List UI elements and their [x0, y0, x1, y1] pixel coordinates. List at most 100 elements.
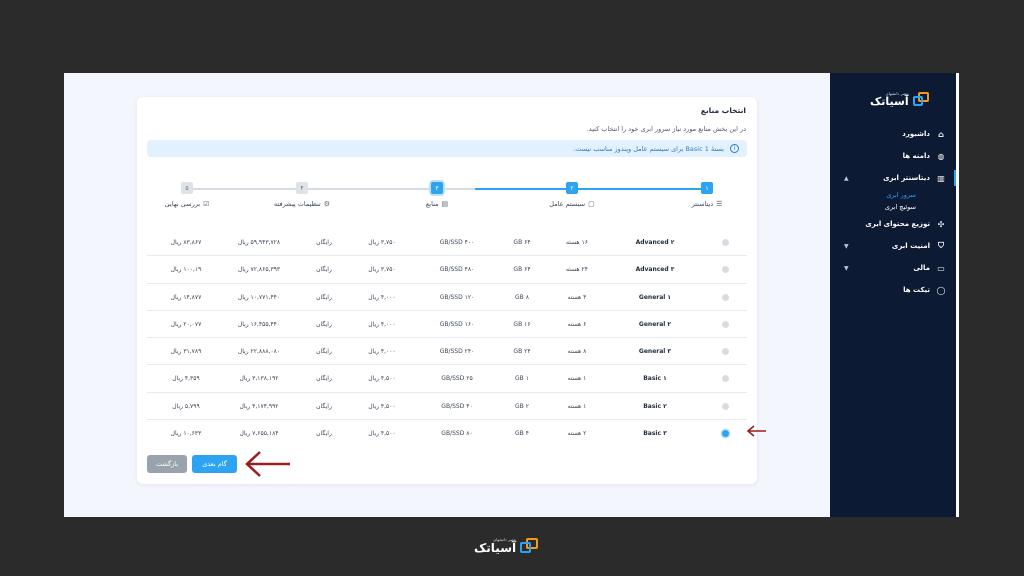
monthly-price: ۵۹,۹۴۳,۷۲۸ ریال — [237, 239, 281, 246]
radio-cell — [721, 393, 729, 420]
step-number: ۱ — [701, 182, 713, 194]
ip-price: رایگان — [316, 239, 332, 246]
plan-name: Advanced ۳ — [635, 266, 675, 274]
table-row[interactable]: Basic ۱ ۱ هسته ۱ GB ۲۵ GB/SSD ۴,۵۰۰ ریال رایگ… — [147, 365, 747, 393]
sidebar-item-dashboard[interactable]: ⌂ داشبورد — [830, 123, 956, 145]
step-label: سیستم عامل — [549, 200, 586, 208]
info-icon: i — [730, 144, 739, 153]
radio-cell — [721, 284, 729, 311]
shield-icon: ⛉ — [938, 241, 944, 250]
table-row[interactable]: Advanced ۳ ۲۴ هسته ۶۴ GB ۴۸۰ GB/SSD ۳,۷۵۰ ری… — [147, 256, 747, 284]
radio-cell — [721, 256, 729, 283]
sidebar-item-domains[interactable]: ◍ دامنه ها — [830, 145, 956, 167]
gear-icon: ⚙ — [323, 200, 330, 208]
plan-radio[interactable] — [722, 320, 729, 328]
sidebar-nav: ⌂ داشبورد ◍ دامنه ها ▥ دیتاسنتر ابری ▲ س… — [830, 123, 956, 301]
step-advanced-settings[interactable]: ۴ ⚙ تنظیمات پیشرفته — [257, 179, 347, 208]
step-final-review[interactable]: ۵ ☑ بررسی نهایی — [142, 179, 232, 208]
disk-size: ۱۲۰ GB/SSD — [439, 293, 475, 301]
file-icon: ▤ — [441, 200, 449, 208]
sidebar-item-label: مالی — [913, 264, 930, 272]
ram-size: ۲ GB — [515, 402, 529, 410]
home-icon: ⌂ — [938, 129, 944, 139]
ip-price: رایگان — [316, 375, 332, 383]
plan-radio[interactable] — [722, 293, 729, 301]
sidebar-edge — [956, 73, 959, 517]
bandwidth-price: ۴,۵۰۰ ریال — [368, 402, 396, 410]
sidebar-subitem-cloud-switch[interactable]: سوئیچ ابری — [830, 201, 916, 213]
monthly-price: ۷۲,۸۶۵,۳۹۳ ریال — [237, 266, 281, 274]
ram-size: ۸ GB — [515, 293, 529, 301]
chevron-down-icon: ▼ — [844, 264, 849, 272]
plan-radio[interactable] — [722, 430, 729, 438]
chevron-up-icon: ▲ — [844, 174, 849, 182]
bandwidth-price: ۴,۰۰۰ ریال — [368, 348, 396, 356]
ram-size: ۶۴ GB — [513, 239, 531, 246]
hourly-price: ۸۳,۸۶۷ ریال — [170, 239, 202, 246]
footer-logo: عصر دانشهای آسیاتک — [474, 537, 539, 554]
sidebar-item-label: دامنه ها — [902, 152, 930, 160]
bandwidth-price: ۴,۵۰۰ ریال — [368, 430, 396, 438]
sidebar-item-cloud-datacenter[interactable]: ▥ دیتاسنتر ابری ▲ — [830, 167, 956, 189]
step-resources[interactable]: ۳ ▤ منابع — [392, 179, 482, 208]
sidebar-item-tickets[interactable]: ◯ تیکت ها — [830, 279, 956, 301]
cpu-cores: ۶ هسته — [567, 320, 587, 328]
page-title: انتخاب منابع — [700, 106, 746, 115]
plan-radio[interactable] — [722, 375, 729, 383]
table-row[interactable]: General ۱ ۴ هسته ۸ GB ۱۲۰ GB/SSD ۴,۰۰۰ ریال ر… — [147, 284, 747, 311]
resource-selection-card: انتخاب منابع در این بخش منابع مورد نیاز … — [137, 97, 757, 484]
brand-logo[interactable]: عصر دانشهای آسیاتک — [870, 91, 929, 107]
table-row[interactable]: General ۳ ۸ هسته ۲۴ GB ۲۴۰ GB/SSD ۴,۰۰۰ ریال… — [147, 338, 747, 366]
sidebar-item-security[interactable]: ⛉ امنیت ابری ▼ — [830, 235, 956, 257]
step-number: ۳ — [431, 182, 443, 194]
brand-logo-icon — [520, 538, 539, 553]
table-row[interactable]: Basic ۲ ۱ هسته ۲ GB ۴۰ GB/SSD ۴,۵۰۰ ریال رایگ… — [147, 393, 747, 421]
sidebar-item-label: توزیع محتوای ابری — [865, 220, 930, 228]
next-step-button[interactable]: گام بعدی — [192, 455, 237, 473]
sidebar-subitem-cloud-server[interactable]: سرور ابری — [830, 189, 916, 201]
bandwidth-price: ۴,۰۰۰ ریال — [368, 293, 396, 301]
ip-price: رایگان — [316, 266, 332, 274]
table-row[interactable]: Advanced ۲ ۱۶ هسته ۶۴ GB ۴۰۰ GB/SSD ۳,۷۵۰ ری… — [147, 229, 747, 257]
hourly-price: ۲۰,۰۷۷ ریال — [170, 320, 202, 328]
plan-name: Basic ۲ — [643, 402, 667, 410]
sidebar-item-finance[interactable]: ▭ مالی ▼ — [830, 257, 956, 279]
sidebar-item-label: امنیت ابری — [891, 242, 930, 250]
back-button[interactable]: بازگشت — [147, 455, 187, 473]
step-number: ۴ — [296, 182, 308, 194]
table-row[interactable]: General ۲ ۶ هسته ۱۶ GB ۱۶۰ GB/SSD ۴,۰۰۰ ریال… — [147, 311, 747, 339]
disk-size: ۴۰ GB/SSD — [441, 402, 473, 410]
hourly-price: ۴,۳۵۹ ریال — [172, 375, 200, 383]
hourly-price: ۱۰,۶۳۳ ریال — [170, 430, 202, 438]
ram-size: ۴ GB — [515, 430, 529, 438]
monthly-price: ۳,۱۳۸,۱۹۲ ریال — [239, 375, 279, 383]
ram-size: ۶۴ GB — [513, 266, 531, 274]
step-label: تنظیمات پیشرفته — [274, 200, 321, 208]
radio-cell — [721, 338, 729, 365]
cdn-icon: ✣ — [937, 219, 945, 229]
hourly-price: ۱۴,۸۷۷ ریال — [170, 293, 202, 301]
os-icon: ▢ — [588, 200, 595, 208]
sidebar-item-cdn[interactable]: ✣ توزیع محتوای ابری — [830, 213, 956, 235]
step-os[interactable]: ۲ ▢ سیستم عامل — [527, 179, 617, 208]
notice-banner: i بستهٔ Basic 1 برای سیستم عامل ویندوز م… — [147, 140, 747, 157]
plan-radio[interactable] — [722, 239, 729, 246]
radio-cell — [721, 229, 729, 256]
ip-price: رایگان — [316, 402, 332, 410]
monthly-price: ۴,۱۷۴,۹۹۲ ریال — [239, 402, 279, 410]
server-icon: ☰ — [716, 200, 723, 208]
disk-size: ۴۰۰ GB/SSD — [439, 239, 475, 246]
globe-icon: ◍ — [937, 151, 945, 161]
step-datacenter[interactable]: ۱ ☰ دیتاسنتر — [662, 179, 752, 208]
step-label: دیتاسنتر — [691, 200, 714, 208]
sidebar-item-label: تیکت ها — [903, 286, 930, 294]
chevron-down-icon: ▼ — [844, 242, 849, 250]
plan-radio[interactable] — [722, 402, 729, 410]
sidebar-submenu: سرور ابری سوئیچ ابری — [830, 189, 956, 213]
hourly-price: ۱۰۰,۱۹ ریال — [170, 266, 202, 274]
table-row[interactable]: Basic ۳ ۲ هسته ۴ GB ۸۰ GB/SSD ۴,۵۰۰ ریال رایگ… — [147, 420, 747, 447]
disk-size: ۱۶۰ GB/SSD — [439, 320, 475, 328]
plan-radio[interactable] — [722, 348, 729, 356]
plan-radio[interactable] — [722, 266, 729, 274]
sidebar-item-label: دیتاسنتر ابری — [883, 174, 930, 182]
